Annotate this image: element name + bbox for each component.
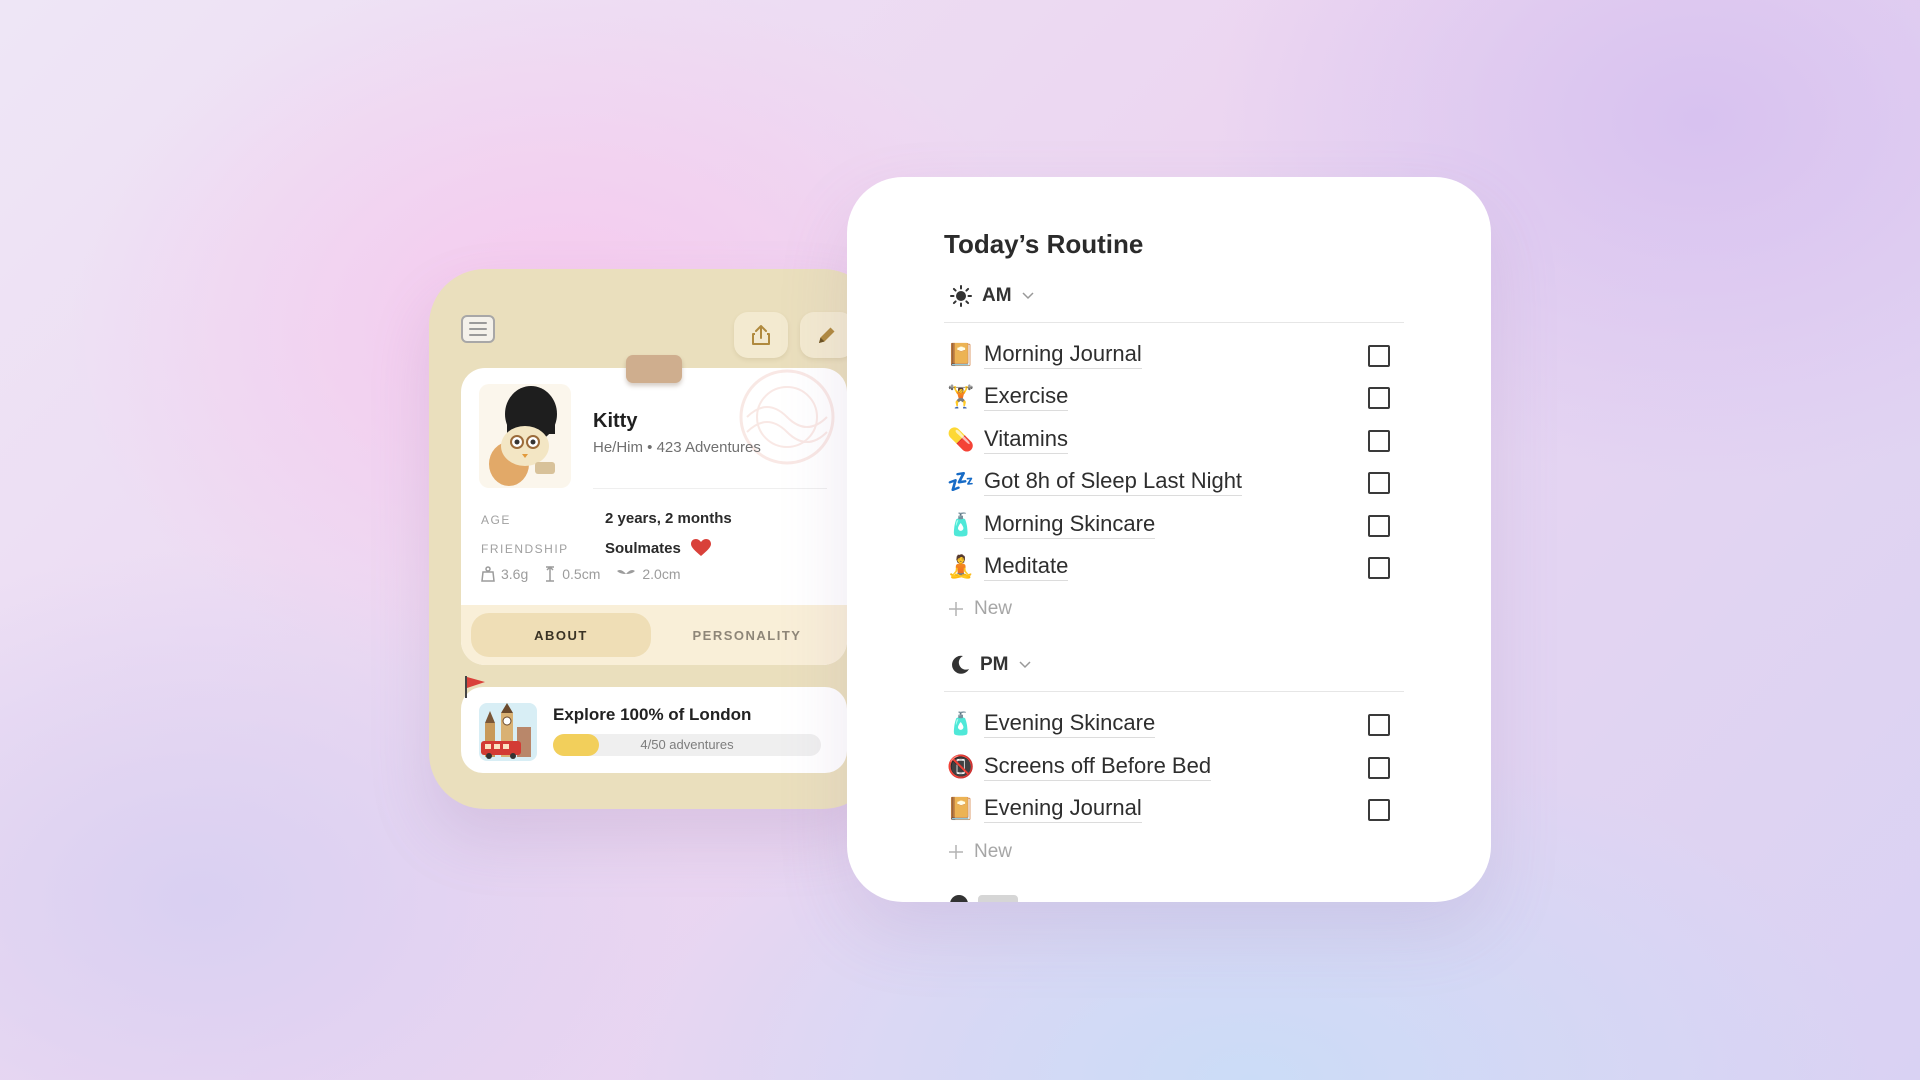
section-divider bbox=[944, 322, 1404, 323]
routine-title: Today’s Routine bbox=[944, 229, 1144, 259]
pet-profile: Kitty He/Him • 423 Adventures AGE 2 year… bbox=[461, 368, 847, 665]
task-row: 📵 Screens off Before Bed bbox=[946, 747, 1406, 787]
goal-progress-text: 4/50 adventures bbox=[640, 737, 734, 752]
pet-measurements: 3.6g 0.5cm 2.0cm bbox=[481, 566, 681, 582]
pet-avatar bbox=[479, 384, 571, 488]
new-task-label: New bbox=[974, 841, 1013, 862]
task-row: 🧘 Meditate bbox=[946, 547, 1406, 587]
task-row: 📔 Morning Journal bbox=[946, 335, 1406, 375]
task-label[interactable]: Evening Skincare bbox=[984, 710, 1156, 738]
task-label[interactable]: Evening Journal bbox=[984, 795, 1142, 823]
section-pm-toggle[interactable]: PM bbox=[950, 654, 1031, 676]
task-label[interactable]: Vitamins bbox=[984, 426, 1068, 454]
add-am-task-button[interactable]: New bbox=[948, 598, 1012, 620]
friendship-value-text: Soulmates bbox=[605, 539, 681, 557]
lotion-bottle-icon: 🧴 bbox=[947, 711, 975, 736]
weight-measure: 3.6g bbox=[481, 566, 528, 582]
no-phones-icon: 📵 bbox=[947, 754, 975, 779]
flag-icon bbox=[465, 676, 485, 698]
friendship-label: FRIENDSHIP bbox=[481, 542, 569, 556]
london-landmark-icon bbox=[479, 703, 537, 761]
section-am-label: AM bbox=[982, 285, 1012, 306]
weightlifting-icon: 🏋️ bbox=[947, 384, 975, 409]
chevron-down-icon bbox=[1018, 661, 1031, 669]
stamp-watermark-icon bbox=[739, 369, 835, 465]
new-task-label: New bbox=[974, 598, 1013, 619]
task-label[interactable]: Got 8h of Sleep Last Night bbox=[984, 468, 1243, 496]
task-label[interactable]: Morning Journal bbox=[984, 341, 1142, 369]
task-checkbox[interactable] bbox=[1368, 387, 1390, 409]
task-row: 📔 Evening Journal bbox=[946, 789, 1406, 829]
height-measure: 0.5cm bbox=[544, 566, 600, 582]
share-button[interactable] bbox=[734, 312, 788, 358]
age-value: 2 years, 2 months bbox=[605, 510, 732, 527]
binder-clip bbox=[626, 355, 682, 383]
height-icon bbox=[546, 566, 555, 582]
friendship-value: Soulmates bbox=[605, 539, 711, 557]
profile-tabs: ABOUT PERSONALITY bbox=[461, 605, 847, 665]
pet-name: Kitty bbox=[593, 410, 638, 432]
task-label[interactable]: Morning Skincare bbox=[984, 511, 1156, 539]
wingspan-value: 2.0cm bbox=[642, 566, 681, 582]
next-section-peek bbox=[950, 895, 1030, 902]
wingspan-measure: 2.0cm bbox=[616, 566, 681, 582]
section-am-toggle[interactable]: AM bbox=[950, 285, 1034, 307]
plus-icon bbox=[949, 602, 963, 616]
divider bbox=[593, 488, 827, 489]
tab-personality[interactable]: PERSONALITY bbox=[657, 613, 837, 657]
task-checkbox[interactable] bbox=[1368, 515, 1390, 537]
section-pm-label: PM bbox=[980, 654, 1009, 675]
hamburger-menu-icon[interactable] bbox=[461, 315, 495, 343]
moon-icon bbox=[952, 655, 969, 674]
meditation-icon: 🧘 bbox=[947, 554, 975, 579]
task-checkbox[interactable] bbox=[1368, 757, 1390, 779]
weight-value: 3.6g bbox=[501, 566, 529, 582]
lotion-bottle-icon: 🧴 bbox=[947, 512, 975, 537]
height-value: 0.5cm bbox=[562, 566, 601, 582]
chevron-down-icon bbox=[1022, 292, 1034, 300]
task-row: 🧴 Morning Skincare bbox=[946, 505, 1406, 545]
section-divider bbox=[944, 691, 1404, 692]
edit-button[interactable] bbox=[800, 312, 854, 358]
sleep-icon: 💤 bbox=[947, 469, 975, 494]
sun-icon bbox=[950, 285, 972, 307]
task-checkbox[interactable] bbox=[1368, 472, 1390, 494]
wingspan-icon bbox=[617, 570, 636, 574]
pill-icon: 💊 bbox=[947, 427, 975, 452]
task-label[interactable]: Screens off Before Bed bbox=[984, 753, 1212, 781]
plus-icon bbox=[949, 845, 963, 859]
pet-subtitle: He/Him • 423 Adventures bbox=[593, 439, 761, 456]
task-checkbox[interactable] bbox=[1368, 557, 1390, 579]
task-checkbox[interactable] bbox=[1368, 799, 1390, 821]
task-checkbox[interactable] bbox=[1368, 714, 1390, 736]
goal-title: Explore 100% of London bbox=[553, 705, 752, 724]
routine-card: Today’s Routine AM 📔 Morning Journal 🏋️ … bbox=[847, 177, 1491, 902]
age-label: AGE bbox=[481, 513, 511, 527]
notebook-icon: 📔 bbox=[947, 342, 975, 367]
notebook-icon: 📔 bbox=[947, 796, 975, 821]
task-row: 💤 Got 8h of Sleep Last Night bbox=[946, 462, 1406, 502]
task-label[interactable]: Meditate bbox=[984, 553, 1069, 581]
tab-about[interactable]: ABOUT bbox=[471, 613, 651, 657]
add-pm-task-button[interactable]: New bbox=[948, 841, 1012, 863]
task-label[interactable]: Exercise bbox=[984, 383, 1069, 411]
goal-card[interactable]: Explore 100% of London 4/50 adventures bbox=[461, 687, 847, 773]
task-row: 💊 Vitamins bbox=[946, 420, 1406, 460]
task-row: 🏋️ Exercise bbox=[946, 377, 1406, 417]
goal-progress-bar: 4/50 adventures bbox=[553, 734, 821, 756]
task-checkbox[interactable] bbox=[1368, 345, 1390, 367]
heart-icon bbox=[690, 539, 711, 556]
task-checkbox[interactable] bbox=[1368, 430, 1390, 452]
pencil-icon bbox=[819, 327, 835, 343]
pet-card: Kitty He/Him • 423 Adventures AGE 2 year… bbox=[429, 269, 879, 809]
share-icon bbox=[752, 325, 770, 345]
weight-icon bbox=[481, 566, 495, 582]
task-row: 🧴 Evening Skincare bbox=[946, 704, 1406, 744]
